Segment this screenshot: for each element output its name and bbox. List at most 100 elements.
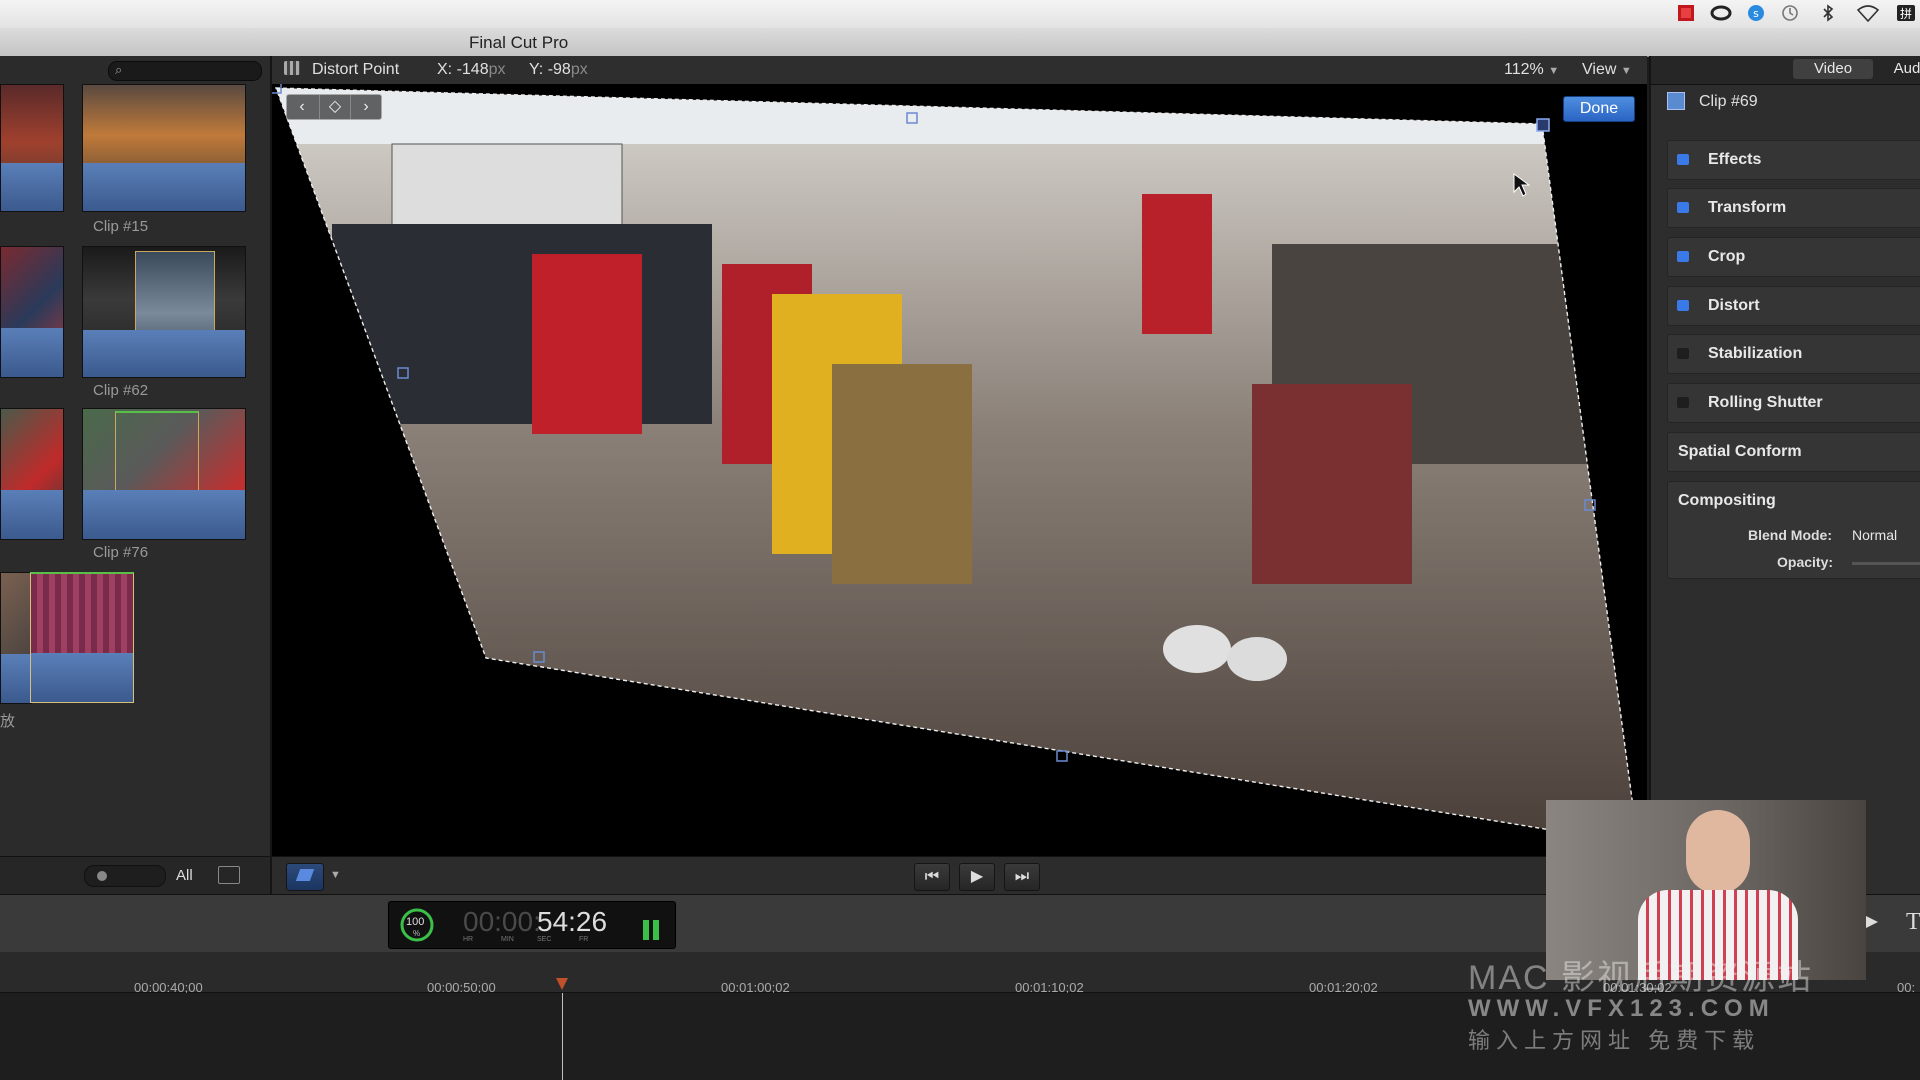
dashboard-timecode[interactable]: 100 % 00:00: 54:26 HR MIN SEC FR — [388, 901, 676, 949]
inspector-spatial-conform-row[interactable]: Spatial Conform — [1667, 432, 1920, 472]
list-view-icon[interactable] — [218, 866, 240, 884]
watermark-line2: WWW.VFX123.COM — [1468, 995, 1775, 1022]
bluetooth-symbol-icon[interactable] — [1818, 4, 1838, 24]
clip-label: Clip #62 — [93, 382, 149, 399]
checkbox-enabled-icon[interactable] — [1677, 202, 1689, 213]
clip-label: Clip #15 — [93, 218, 149, 235]
viewer-canvas[interactable]: ‹ ◇ › Done — [272, 84, 1647, 856]
mac-menubar: s 拼 — [0, 0, 1920, 29]
playhead-line[interactable] — [562, 993, 563, 1080]
inspector-tabs: Video Aud — [1651, 56, 1920, 85]
inspector-clip-name: Clip #69 — [1699, 93, 1758, 110]
y-label: Y: — [529, 61, 544, 78]
svg-text:s: s — [1753, 7, 1759, 20]
watermark-line1: MAC 影视后期资源站 — [1468, 959, 1813, 997]
viewer-header: Distort Point X: -148px Y: -98px 112% ▼ … — [272, 56, 1647, 85]
inspector-effects-row[interactable]: Effects — [1667, 140, 1920, 180]
opacity-slider[interactable] — [1852, 562, 1920, 565]
done-button[interactable]: Done — [1563, 96, 1635, 122]
timecode-unit-min: MIN — [501, 936, 514, 943]
app-title: Final Cut Pro — [469, 33, 569, 52]
distort-tool-button[interactable] — [286, 863, 324, 891]
film-icon — [1667, 92, 1685, 110]
checkbox-enabled-icon[interactable] — [1677, 300, 1689, 311]
audio-meter — [653, 920, 659, 940]
section-label: Distort — [1708, 297, 1760, 314]
y-unit: px — [570, 61, 588, 78]
inspector-transform-row[interactable]: Transform — [1667, 188, 1920, 228]
tab-audio[interactable]: Aud — [1887, 59, 1920, 79]
bluetooth-icon[interactable]: s — [1746, 4, 1766, 24]
playhead-marker[interactable] — [556, 978, 568, 990]
section-label: Spatial Conform — [1678, 443, 1802, 460]
distorted-video-frame[interactable] — [272, 84, 1647, 856]
keyframe-nav: ‹ ◇ › — [286, 94, 382, 120]
previous-keyframe-icon[interactable]: ‹ — [287, 95, 317, 119]
viewer-mode-label: Distort Point — [312, 61, 400, 78]
go-to-start-button[interactable]: ⏮ — [914, 863, 950, 891]
clip-thumbnail[interactable] — [0, 572, 32, 704]
blend-mode-value[interactable]: Normal — [1852, 527, 1897, 543]
zoom-dropdown[interactable]: 112% ▼ — [1504, 61, 1559, 79]
checkbox-enabled-icon[interactable] — [1677, 251, 1689, 262]
section-label: Crop — [1708, 248, 1746, 265]
go-to-end-button[interactable]: ⏭ — [1004, 863, 1040, 891]
chevron-down-icon[interactable]: ▼ — [330, 869, 341, 881]
input-method-icon[interactable]: 拼 — [1896, 4, 1916, 24]
progress-unit: % — [413, 929, 421, 938]
add-keyframe-icon[interactable]: ◇ — [319, 95, 351, 119]
inspector-crop-row[interactable]: Crop — [1667, 237, 1920, 277]
section-label: Effects — [1708, 151, 1762, 168]
distort-icon — [295, 869, 315, 881]
view-label: View — [1582, 61, 1617, 78]
filter-all-label[interactable]: All — [176, 867, 193, 884]
clip-thumbnail-15[interactable] — [82, 84, 246, 212]
inspector-compositing-row[interactable]: Compositing Blend Mode: Normal Opacity: — [1667, 481, 1920, 579]
clip-size-slider[interactable] — [84, 865, 166, 887]
section-label: Transform — [1708, 199, 1787, 216]
inspector-stabilization-row[interactable]: Stabilization — [1667, 334, 1920, 374]
watermark: MAC 影视后期资源站 WWW.VFX123.COM 输入上方网址 免费下载 — [1468, 950, 1828, 1053]
watermark-line3: 输入上方网址 免费下载 — [1468, 1028, 1761, 1053]
distort-handle-bottom-middle[interactable] — [1056, 750, 1068, 762]
wifi-icon[interactable] — [1856, 4, 1880, 24]
creative-cloud-icon[interactable] — [1710, 4, 1732, 24]
opacity-label: Opacity: — [1777, 554, 1834, 570]
timecode-main: 54:26 — [537, 906, 608, 937]
chevron-down-icon: ▼ — [1620, 65, 1632, 77]
x-unit: px — [488, 61, 506, 78]
progress-value: 100 — [406, 916, 425, 928]
view-dropdown[interactable]: View ▼ — [1582, 61, 1632, 79]
slider-knob[interactable] — [97, 871, 107, 881]
x-value: -148 — [456, 61, 489, 78]
audio-meter — [643, 920, 649, 940]
time-machine-icon[interactable] — [1780, 4, 1800, 24]
red-square-icon[interactable] — [1676, 4, 1696, 24]
zoom-value: 112% — [1504, 61, 1544, 78]
distort-handle-top-right[interactable] — [1536, 118, 1550, 132]
inspector-distort-row[interactable]: Distort — [1667, 286, 1920, 326]
checkbox-disabled-icon[interactable] — [1677, 397, 1689, 408]
clip-thumbnail[interactable] — [0, 84, 64, 212]
clip-thumbnail[interactable] — [0, 408, 64, 540]
play-button[interactable]: ▶ — [959, 863, 995, 891]
blend-mode-label: Blend Mode: — [1748, 527, 1832, 543]
clip-thumbnail-62[interactable] — [82, 246, 246, 378]
distort-y-readout: Y: -98px — [529, 61, 588, 79]
next-keyframe-icon[interactable]: › — [351, 95, 381, 119]
clip-thumbnail-76[interactable] — [82, 408, 246, 540]
skip-forward-icon: ⏭ — [1014, 868, 1030, 885]
skip-back-icon: ⏮ — [924, 868, 940, 885]
title-tool-icon[interactable]: T — [1906, 909, 1920, 936]
clip-thumbnail-selected[interactable] — [30, 572, 134, 703]
tab-video[interactable]: Video — [1793, 59, 1873, 79]
event-browser: ⌕ Clip #15 Clip #62 Clip #76 放 All — [0, 56, 272, 895]
checkbox-enabled-icon[interactable] — [1677, 154, 1689, 165]
clip-thumbnail[interactable] — [0, 246, 64, 378]
timecode-dim: 00:00: — [463, 906, 541, 937]
inspector-rolling-shutter-row[interactable]: Rolling Shutter — [1667, 383, 1920, 423]
x-label: X: — [437, 61, 453, 78]
presenter-head — [1686, 810, 1750, 894]
browser-search-field[interactable]: ⌕ — [108, 61, 262, 81]
checkbox-disabled-icon[interactable] — [1677, 348, 1689, 359]
